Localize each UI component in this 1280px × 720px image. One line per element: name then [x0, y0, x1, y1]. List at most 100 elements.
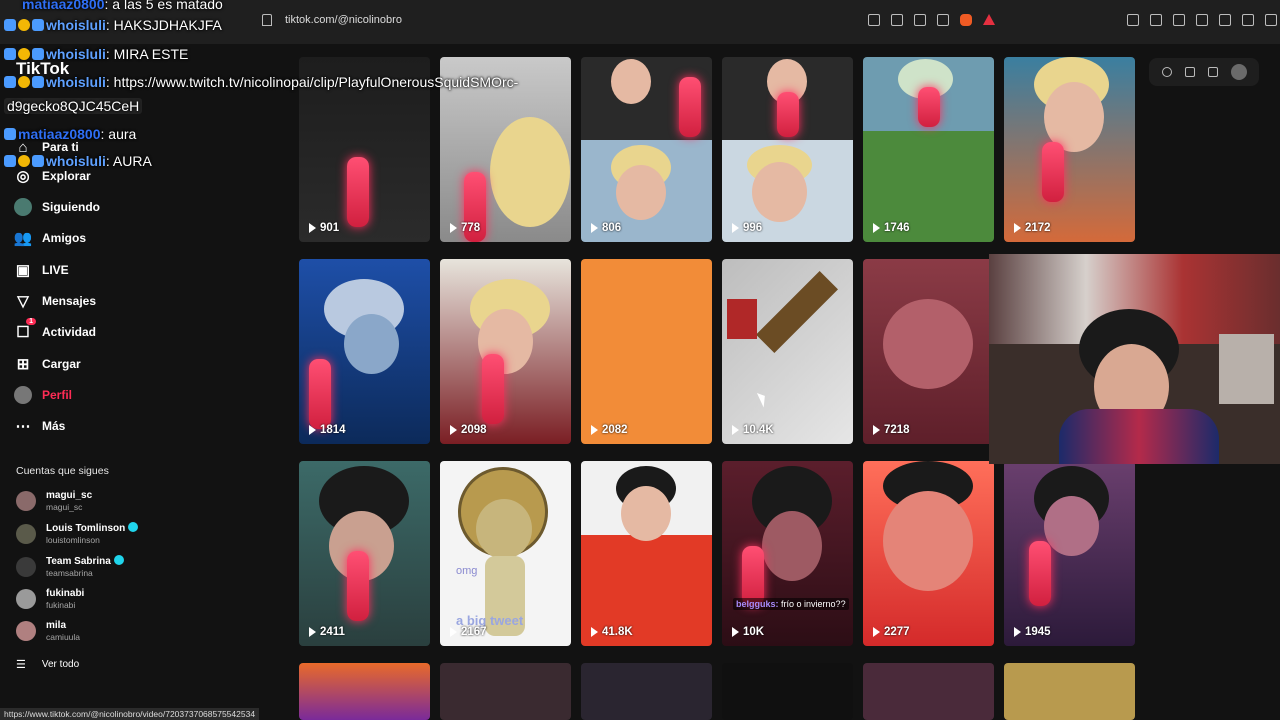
- following-account[interactable]: Louis Tomlinson louistomlinson: [16, 522, 139, 545]
- face-image: [621, 486, 671, 541]
- video-tile[interactable]: 41.8K: [581, 461, 712, 646]
- play-icon: [309, 425, 316, 435]
- menu-icon[interactable]: [1265, 14, 1277, 26]
- microphone-image: [918, 87, 940, 127]
- video-tile[interactable]: 1814: [299, 259, 430, 444]
- share-icon[interactable]: [937, 14, 949, 26]
- account-handle: louistomlinson: [46, 535, 100, 545]
- nav-following[interactable]: Siguiendo: [14, 198, 100, 216]
- view-count: 10.4K: [732, 424, 774, 436]
- video-tile[interactable]: 2082: [581, 259, 712, 444]
- view-count: 7218: [873, 424, 910, 436]
- video-tile[interactable]: 1945: [1004, 461, 1135, 646]
- video-tile[interactable]: 2172: [1004, 57, 1135, 242]
- play-icon: [732, 425, 739, 435]
- upload-icon: ⊞: [16, 356, 30, 373]
- play-icon: [1014, 223, 1021, 233]
- translate-icon[interactable]: [891, 14, 903, 26]
- video-caption: belgguks: frío o invierno??: [733, 598, 849, 610]
- play-icon: [873, 223, 880, 233]
- view-count: 2167: [450, 626, 487, 638]
- activity-badge: 1: [26, 318, 36, 325]
- video-tile[interactable]: 806: [581, 57, 712, 242]
- badge-icon: [4, 19, 16, 31]
- video-tile[interactable]: 10.4K: [722, 259, 853, 444]
- play-icon: [873, 425, 880, 435]
- play-icon: [732, 627, 739, 637]
- brave-rewards-icon[interactable]: [983, 14, 995, 25]
- avatar: [16, 621, 36, 641]
- nav-label: LIVE: [42, 263, 69, 277]
- following-account[interactable]: mila camiuula: [16, 620, 80, 642]
- avatar: [16, 523, 36, 544]
- bookmark-icon[interactable]: [262, 14, 272, 26]
- account-handle: magui_sc: [46, 502, 83, 512]
- nav-profile[interactable]: Perfil: [14, 386, 72, 404]
- vpn-icon[interactable]: [1242, 14, 1254, 26]
- download-icon[interactable]: [1207, 67, 1218, 77]
- brave-shield-icon[interactable]: [960, 14, 972, 26]
- nav-label: Más: [42, 419, 66, 433]
- badge-icon: [18, 19, 30, 31]
- following-account[interactable]: Team Sabrina teamsabrina: [16, 555, 124, 578]
- nav-explore[interactable]: ◎ Explorar: [14, 167, 90, 185]
- video-tile[interactable]: [440, 663, 571, 720]
- ai-icon[interactable]: [1219, 14, 1231, 26]
- badge-icon: [32, 48, 44, 60]
- nav-live[interactable]: ▣ LIVE: [14, 261, 69, 279]
- nav-activity[interactable]: ☐ 1 Actividad: [14, 318, 97, 341]
- avatar[interactable]: [1230, 64, 1247, 80]
- video-tile[interactable]: 2098: [440, 259, 571, 444]
- nav-friends[interactable]: 👥 Amigos: [14, 229, 86, 247]
- chat-message: whoisluli: AURA: [4, 153, 152, 169]
- address-bar[interactable]: tiktok.com/@nicolinobro: [285, 14, 402, 26]
- following-account[interactable]: magui_sc magui_sc: [16, 490, 92, 512]
- account-name: Team Sabrina: [46, 555, 124, 567]
- video-tile[interactable]: 2277: [863, 461, 994, 646]
- video-tile[interactable]: [1004, 663, 1135, 720]
- compass-icon: ◎: [16, 168, 30, 185]
- extensions-icon[interactable]: [1127, 14, 1139, 26]
- search-icon[interactable]: [1161, 67, 1172, 77]
- face-image: [611, 59, 651, 104]
- face-image: [883, 299, 973, 389]
- video-tile[interactable]: 1746: [863, 57, 994, 242]
- nav-upload[interactable]: ⊞ Cargar: [14, 355, 81, 373]
- screenshot-icon[interactable]: [1150, 14, 1162, 26]
- following-account[interactable]: fukinabi fukinabi: [16, 588, 84, 610]
- nav-messages[interactable]: ▽ Mensajes: [14, 292, 96, 310]
- sidebar-icon[interactable]: [1173, 14, 1185, 26]
- device-icon[interactable]: [1184, 67, 1195, 77]
- video-tile[interactable]: [299, 663, 430, 720]
- badge-icon: [32, 19, 44, 31]
- shirt-image: [1059, 409, 1219, 464]
- video-tile[interactable]: omg a big tweet 2167: [440, 461, 571, 646]
- wallet-icon[interactable]: [1196, 14, 1208, 26]
- see-all-button[interactable]: ☰ Ver todo: [16, 658, 79, 671]
- nav-label: Siguiendo: [42, 200, 100, 214]
- video-tile[interactable]: [581, 663, 712, 720]
- video-tile[interactable]: 7218: [863, 259, 994, 444]
- account-handle: teamsabrina: [46, 568, 93, 578]
- view-count: 901: [309, 222, 339, 234]
- account-name: fukinabi: [46, 588, 85, 599]
- video-tile[interactable]: 2411: [299, 461, 430, 646]
- cast-icon[interactable]: [914, 14, 926, 26]
- account-name: mila: [46, 620, 67, 631]
- video-tile[interactable]: [722, 663, 853, 720]
- video-tile[interactable]: 10K: [722, 461, 853, 646]
- friends-icon: 👥: [13, 230, 33, 247]
- nav-more[interactable]: ⋯ Más: [14, 417, 66, 435]
- video-tile[interactable]: [863, 663, 994, 720]
- no-tracking-icon[interactable]: [868, 14, 880, 26]
- account-handle: fukinabi: [46, 600, 76, 610]
- view-count: 1746: [873, 222, 910, 234]
- badge-icon: [4, 76, 16, 88]
- play-icon: [1014, 627, 1021, 637]
- video-tile[interactable]: 996: [722, 57, 853, 242]
- view-count: 2172: [1014, 222, 1051, 234]
- avatar: [16, 589, 36, 609]
- face-image: [344, 314, 399, 374]
- nav-label: Actividad: [42, 325, 97, 339]
- following-avatar-icon: [14, 198, 32, 216]
